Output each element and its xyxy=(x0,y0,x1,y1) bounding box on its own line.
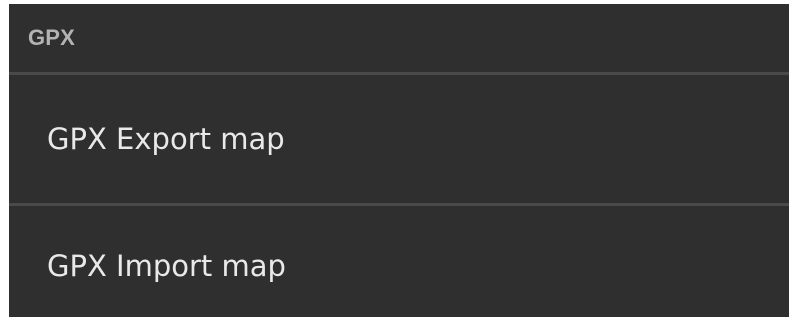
menu-item-gpx-export-map[interactable]: GPX Export map xyxy=(9,75,789,203)
menu-item-label: GPX Export map xyxy=(47,122,285,156)
menu-item-label: GPX Import map xyxy=(47,249,286,283)
section-title: GPX xyxy=(28,25,76,50)
gpx-menu-panel: GPX GPX Export map GPX Import map xyxy=(9,4,789,317)
menu-item-gpx-import-map[interactable]: GPX Import map xyxy=(9,206,789,317)
section-header: GPX xyxy=(9,4,789,72)
